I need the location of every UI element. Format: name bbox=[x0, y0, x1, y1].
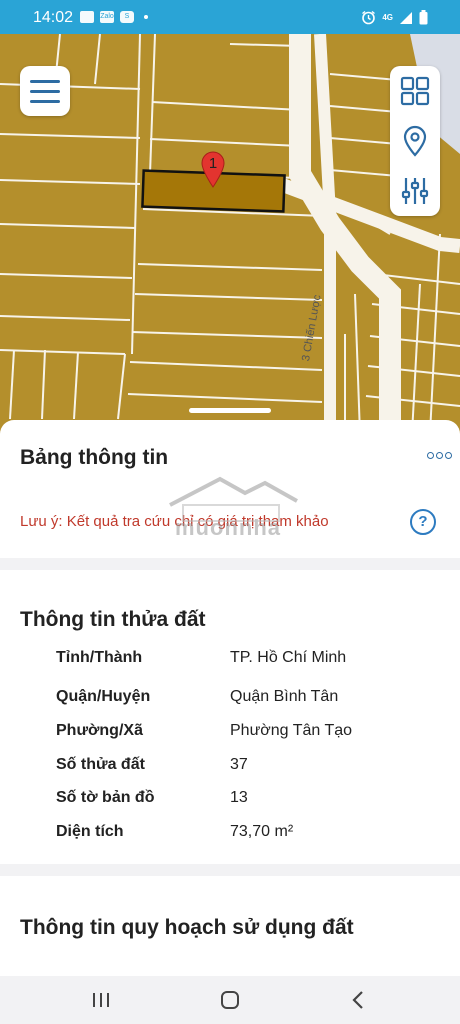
info-value: 73,70 m² bbox=[230, 823, 294, 840]
menu-icon-line bbox=[30, 79, 60, 83]
alarm-icon bbox=[362, 10, 376, 25]
more-dot-icon bbox=[436, 452, 443, 459]
info-label: Số tờ bản đồ bbox=[56, 789, 155, 806]
navigation-bar bbox=[0, 976, 460, 1024]
parcel-marker[interactable]: 1 bbox=[201, 151, 225, 189]
battery-icon bbox=[419, 10, 428, 25]
network-type: 4G bbox=[382, 13, 393, 22]
planning-info-title: Thông tin quy hoạch sử dụng đất bbox=[20, 916, 354, 939]
info-row-parcel-number: Số thửa đất 37 bbox=[56, 756, 436, 780]
help-button[interactable]: ? bbox=[410, 509, 436, 535]
back-button[interactable] bbox=[338, 984, 378, 1016]
menu-button[interactable] bbox=[20, 66, 70, 116]
signal-icon bbox=[400, 11, 412, 24]
home-button[interactable] bbox=[210, 984, 250, 1016]
zalo-icon: Zalo bbox=[100, 11, 114, 23]
grid-button[interactable] bbox=[390, 66, 440, 116]
filter-button[interactable] bbox=[390, 166, 440, 216]
back-icon bbox=[352, 991, 363, 1009]
filter-sliders-icon bbox=[401, 178, 429, 204]
home-icon bbox=[221, 991, 239, 1009]
info-label: Số thửa đất bbox=[56, 756, 145, 773]
recent-apps-icon bbox=[93, 993, 109, 1007]
info-label: Tỉnh/Thành bbox=[56, 649, 143, 666]
info-row-ward: Phường/Xã Phường Tân Tạo bbox=[56, 722, 436, 746]
info-label: Diện tích bbox=[56, 823, 124, 840]
status-bar: 14:02 Zalo S 4G bbox=[0, 0, 460, 34]
more-dot-icon bbox=[427, 452, 434, 459]
info-row-province: Tỉnh/Thành TP. Hồ Chí Minh bbox=[56, 649, 436, 673]
panel-drag-handle[interactable] bbox=[189, 408, 271, 413]
recent-apps-button[interactable] bbox=[81, 984, 121, 1016]
disclaimer-note: Lưu ý: Kết quả tra cứu chỉ có giá trị th… bbox=[20, 513, 329, 530]
land-info-title: Thông tin thửa đất bbox=[20, 608, 206, 631]
location-pin-icon bbox=[403, 125, 427, 157]
info-value: Phường Tân Tạo bbox=[230, 722, 353, 739]
info-value: TP. Hồ Chí Minh bbox=[230, 649, 347, 666]
info-value: 37 bbox=[230, 756, 248, 773]
info-row-map-sheet: Số tờ bản đồ 13 bbox=[56, 789, 436, 813]
info-panel: Bảng thông tin Lưu ý: Kết quả tra cứu ch… bbox=[0, 420, 460, 976]
panel-title: Bảng thông tin bbox=[20, 446, 169, 469]
notification-dot-icon bbox=[144, 15, 148, 19]
info-row-area: Diện tích 73,70 m² bbox=[56, 823, 436, 847]
image-icon bbox=[80, 11, 94, 23]
info-value: Quận Bình Tân bbox=[230, 688, 339, 705]
s-app-icon: S bbox=[120, 11, 134, 23]
menu-icon-line bbox=[30, 99, 60, 103]
section-divider bbox=[0, 558, 460, 570]
location-button[interactable] bbox=[390, 116, 440, 166]
more-dot-icon bbox=[445, 452, 452, 459]
info-label: Phường/Xã bbox=[56, 722, 143, 739]
more-options-button[interactable] bbox=[427, 452, 452, 459]
status-time: 14:02 bbox=[33, 9, 74, 26]
grid-icon bbox=[400, 76, 430, 106]
info-row-district: Quận/Huyện Quận Bình Tân bbox=[56, 688, 436, 712]
map-tools bbox=[390, 66, 440, 216]
section-divider bbox=[0, 864, 460, 876]
marker-label: 1 bbox=[208, 155, 218, 172]
info-label: Quận/Huyện bbox=[56, 688, 151, 705]
info-value: 13 bbox=[230, 789, 248, 806]
menu-icon-line bbox=[30, 89, 60, 93]
